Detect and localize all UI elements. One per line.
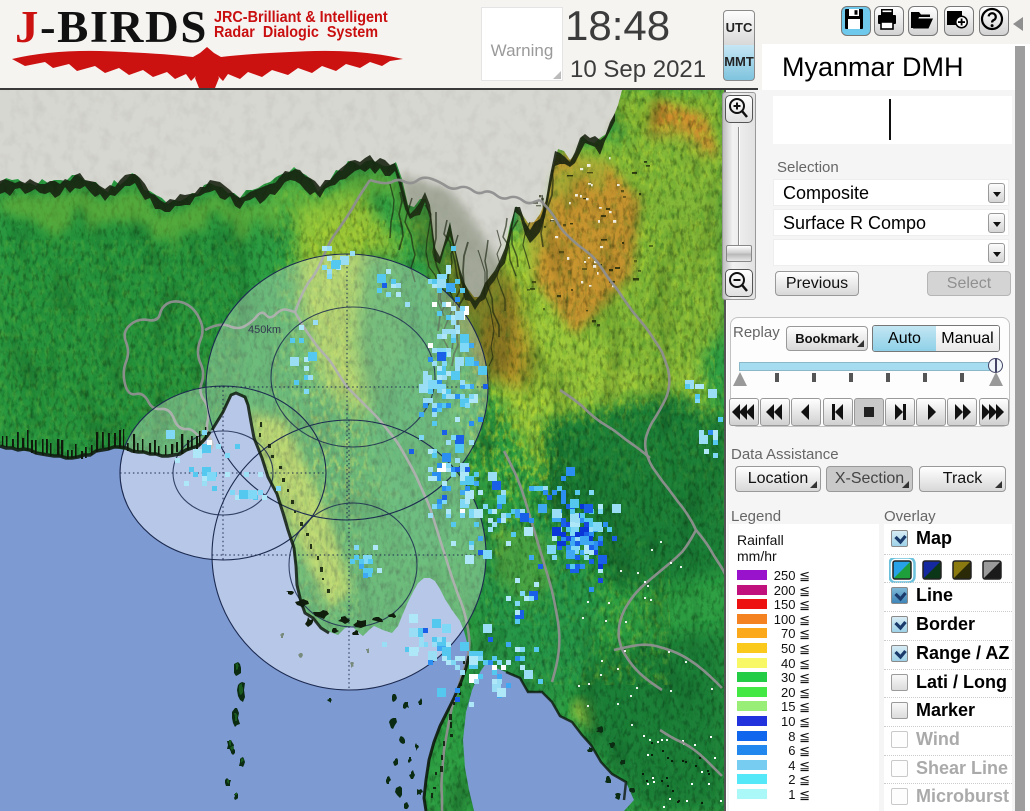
- svg-text:450km: 450km: [248, 324, 281, 336]
